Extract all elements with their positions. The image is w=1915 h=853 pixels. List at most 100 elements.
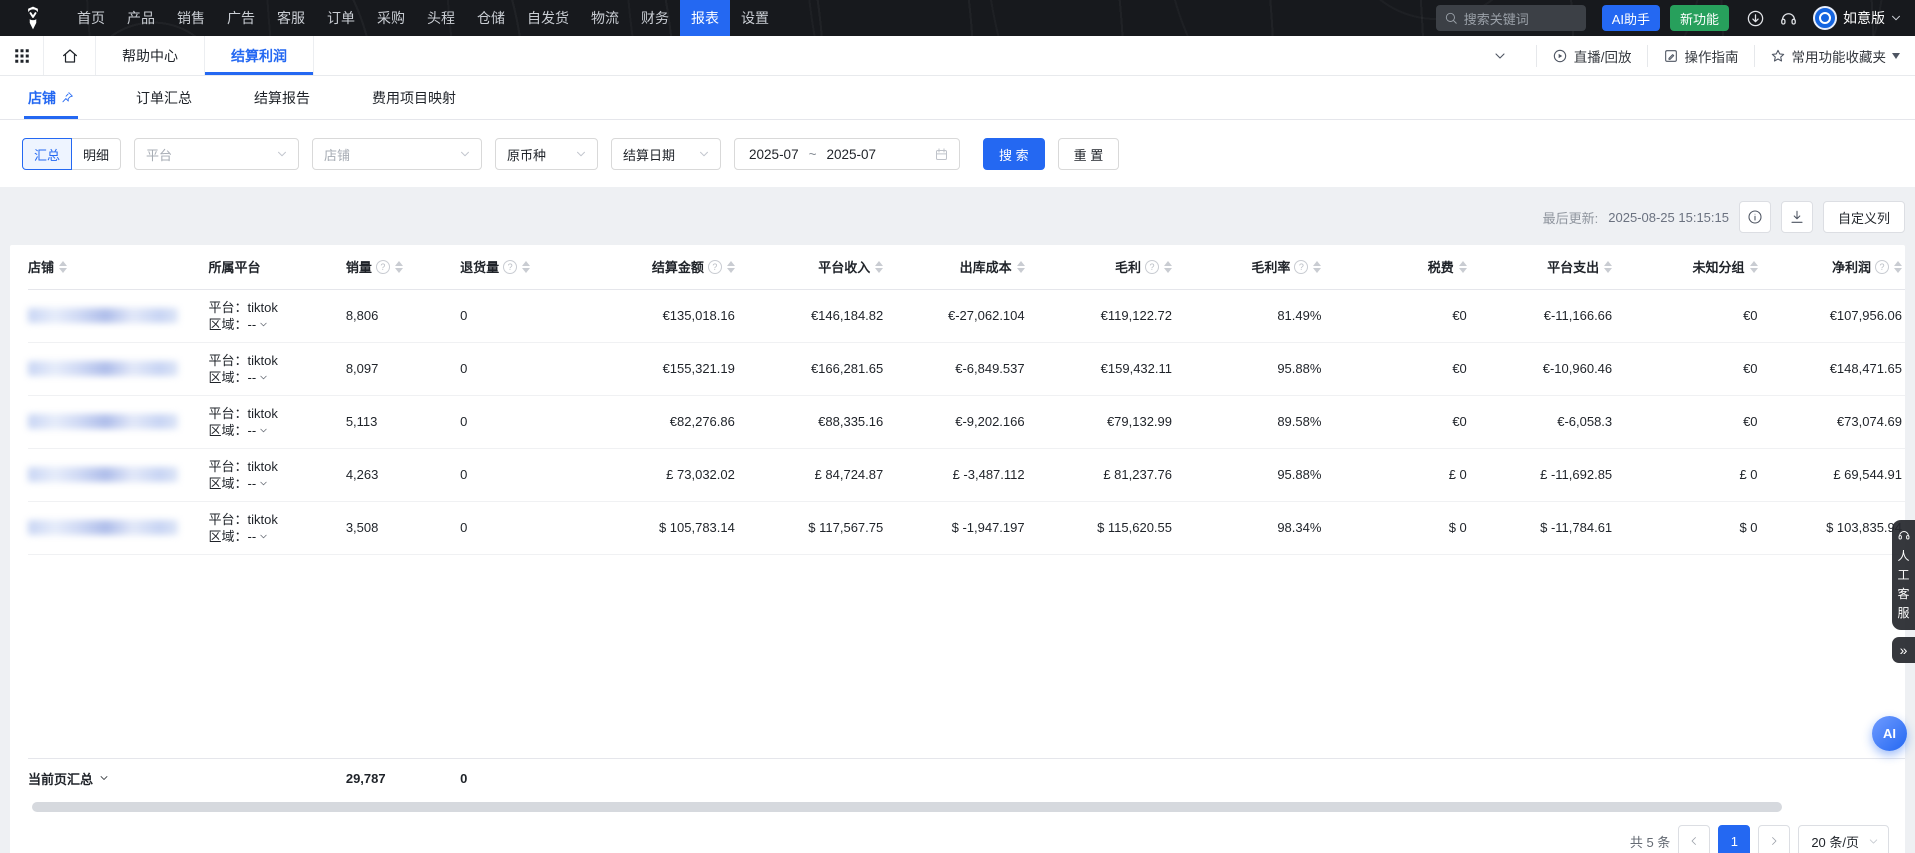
help-icon[interactable]: ? (1875, 260, 1889, 274)
column-header-11[interactable]: 未知分组 (1618, 245, 1763, 289)
new-feature-button[interactable]: 新功能 (1670, 5, 1729, 31)
home-tab[interactable] (44, 36, 96, 75)
app-logo-icon[interactable] (20, 5, 46, 31)
export-button[interactable] (1781, 201, 1813, 233)
search-button[interactable]: 搜 索 (983, 138, 1045, 170)
nav-item-2[interactable]: 销售 (166, 0, 216, 36)
nav-item-1[interactable]: 产品 (116, 0, 166, 36)
column-header-10[interactable]: 平台支出 (1473, 245, 1618, 289)
column-header-12[interactable]: 净利润? (1764, 245, 1905, 289)
subtab-2[interactable]: 结算报告 (254, 76, 310, 119)
page-size-select[interactable]: 20 条/页 (1798, 825, 1889, 853)
edition-chevron-down-icon[interactable] (1889, 11, 1903, 25)
customize-columns-button[interactable]: 自定义列 (1823, 201, 1905, 233)
subtab-3[interactable]: 费用项目映射 (372, 76, 456, 119)
store-name-blurred[interactable] (28, 520, 178, 535)
column-header-9[interactable]: 税费 (1327, 245, 1472, 289)
region-chevron-down-icon[interactable] (258, 478, 269, 489)
release-download-icon[interactable] (1746, 9, 1765, 28)
next-page-button[interactable] (1758, 825, 1790, 853)
nav-item-11[interactable]: 财务 (630, 0, 680, 36)
search-input[interactable]: 搜索关键词 (1436, 5, 1586, 31)
help-icon[interactable]: ? (708, 260, 722, 274)
nav-item-3[interactable]: 广告 (216, 0, 266, 36)
mode-summary-button[interactable]: 汇总 (22, 138, 72, 170)
store-name-blurred[interactable] (28, 361, 178, 376)
subtab-1[interactable]: 订单汇总 (136, 76, 192, 119)
column-header-5[interactable]: 平台收入 (741, 245, 889, 289)
region-chevron-down-icon[interactable] (258, 372, 269, 383)
store-select[interactable]: 店铺 (312, 138, 482, 170)
sort-icon[interactable] (875, 257, 883, 277)
sort-icon[interactable] (1313, 257, 1321, 277)
customer-service-tab[interactable]: 人工客服 (1892, 520, 1915, 630)
live-replay-link[interactable]: 直播/回放 (1537, 36, 1647, 75)
sort-icon[interactable] (1017, 257, 1025, 277)
edition-label[interactable]: 如意版 (1843, 8, 1885, 28)
nav-item-7[interactable]: 头程 (416, 0, 466, 36)
info-button[interactable] (1739, 201, 1771, 233)
service-collapse-button[interactable]: » (1892, 637, 1915, 663)
guide-link[interactable]: 操作指南 (1648, 36, 1754, 75)
sort-icon[interactable] (1604, 257, 1612, 277)
page-summary-toggle[interactable]: 当前页汇总 (28, 769, 346, 788)
column-header-7[interactable]: 毛利? (1031, 245, 1178, 289)
sort-icon[interactable] (1894, 257, 1902, 277)
column-header-4[interactable]: 结算金额? (595, 245, 740, 289)
settlement-date-select[interactable]: 结算日期 (611, 138, 721, 170)
nav-item-5[interactable]: 订单 (316, 0, 366, 36)
ai-assistant-button[interactable]: AI助手 (1602, 5, 1660, 31)
platform-select[interactable]: 平台 (134, 138, 299, 170)
tab-settlement-profit[interactable]: 结算利润 (205, 36, 314, 75)
nav-item-0[interactable]: 首页 (66, 0, 116, 36)
column-header-0[interactable]: 店铺 (28, 245, 208, 289)
sort-icon[interactable] (1164, 257, 1172, 277)
nav-item-9[interactable]: 自发货 (516, 0, 580, 36)
column-header-3[interactable]: 退货量? (460, 245, 595, 289)
help-icon[interactable]: ? (376, 260, 390, 274)
sort-icon[interactable] (395, 257, 403, 277)
apps-grid-button[interactable] (0, 36, 44, 75)
tabs-overflow-chevron-icon[interactable] (1492, 48, 1508, 64)
reset-button[interactable]: 重 置 (1058, 138, 1120, 170)
help-icon[interactable]: ? (503, 260, 517, 274)
store-name-blurred[interactable] (28, 414, 178, 429)
column-header-8[interactable]: 毛利率? (1178, 245, 1327, 289)
column-header-2[interactable]: 销量? (346, 245, 460, 289)
pin-icon[interactable] (61, 91, 74, 104)
date-start[interactable]: 2025-07 (749, 147, 799, 162)
column-header-1[interactable]: 所属平台 (208, 245, 345, 289)
region-chevron-down-icon[interactable] (258, 319, 269, 330)
sort-icon[interactable] (522, 257, 530, 277)
mode-detail-button[interactable]: 明细 (71, 138, 121, 170)
region-chevron-down-icon[interactable] (258, 531, 269, 542)
sort-icon[interactable] (59, 257, 67, 277)
nav-item-8[interactable]: 仓储 (466, 0, 516, 36)
tab-help-center[interactable]: 帮助中心 (96, 36, 205, 75)
nav-item-6[interactable]: 采购 (366, 0, 416, 36)
subtab-0[interactable]: 店铺 (28, 76, 74, 119)
store-name-blurred[interactable] (28, 467, 178, 482)
nav-item-4[interactable]: 客服 (266, 0, 316, 36)
date-end[interactable]: 2025-07 (826, 147, 876, 162)
currency-select[interactable]: 原币种 (495, 138, 598, 170)
column-header-6[interactable]: 出库成本 (889, 245, 1030, 289)
help-icon[interactable]: ? (1294, 260, 1308, 274)
date-range-input[interactable]: 2025-07 ~ 2025-07 (734, 138, 960, 170)
help-icon[interactable]: ? (1145, 260, 1159, 274)
sort-icon[interactable] (727, 257, 735, 277)
nav-item-13[interactable]: 设置 (730, 0, 780, 36)
ai-floating-button[interactable]: AI (1872, 716, 1907, 751)
store-name-blurred[interactable] (28, 308, 178, 323)
calendar-icon[interactable] (934, 147, 949, 162)
sort-icon[interactable] (1459, 257, 1467, 277)
horizontal-scrollbar-thumb[interactable] (32, 802, 1782, 812)
region-chevron-down-icon[interactable] (258, 425, 269, 436)
page-1-button[interactable]: 1 (1718, 825, 1750, 853)
nav-item-12[interactable]: 报表 (680, 0, 730, 36)
nav-item-10[interactable]: 物流 (580, 0, 630, 36)
user-avatar[interactable] (1813, 6, 1837, 30)
prev-page-button[interactable] (1678, 825, 1710, 853)
favorites-link[interactable]: 常用功能收藏夹 (1755, 36, 1915, 75)
headset-icon[interactable] (1779, 9, 1798, 28)
